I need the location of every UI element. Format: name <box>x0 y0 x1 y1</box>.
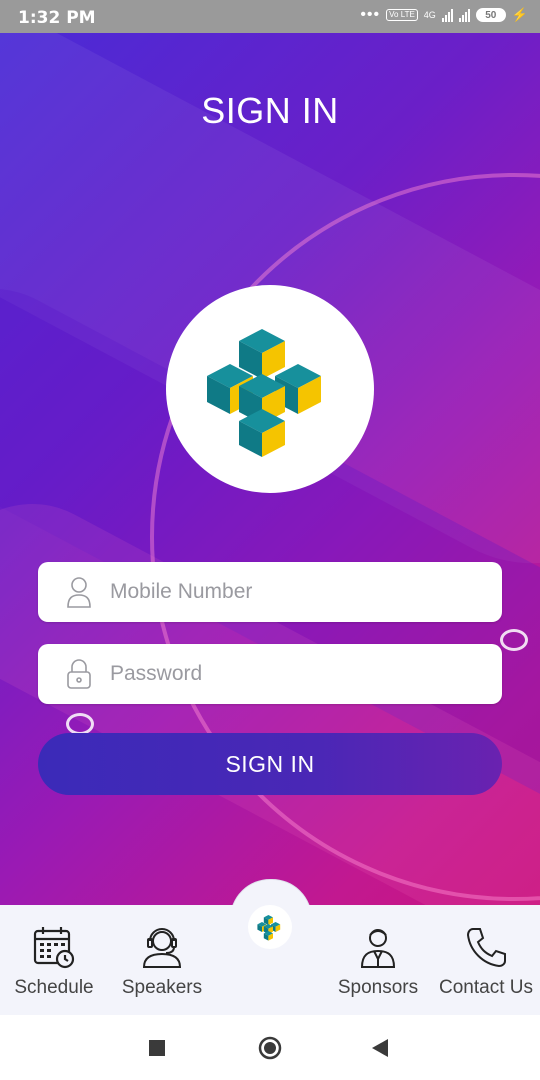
battery-icon: 50 <box>475 8 506 22</box>
back-triangle-icon <box>372 1039 388 1057</box>
network-type: 4G <box>423 10 436 20</box>
nav-item-schedule[interactable]: Schedule <box>0 923 108 999</box>
status-icons: ••• Vo LTE 4G 50 ⚡ <box>360 7 528 23</box>
mobile-number-field[interactable] <box>38 562 502 622</box>
home-button[interactable] <box>258 1036 282 1065</box>
page-title: SIGN IN <box>201 90 339 131</box>
headset-person-icon <box>108 923 216 971</box>
signal-icon <box>441 8 453 22</box>
signin-background: SIGN IN Mobile Number SIGN IN <box>0 33 540 905</box>
cube-logo-icon <box>257 915 281 941</box>
nav-label: Contact Us <box>439 977 533 998</box>
nav-label: Schedule <box>14 977 94 998</box>
circle-icon <box>258 1036 282 1060</box>
nav-item-sponsors[interactable]: Sponsors <box>324 923 432 999</box>
calendar-clock-icon <box>0 923 108 971</box>
nav-label: Sponsors <box>337 977 419 998</box>
mobile-number-input[interactable] <box>108 579 452 605</box>
square-icon <box>149 1040 165 1056</box>
nav-label: Speakers <box>121 977 203 998</box>
decor-ring <box>66 713 94 735</box>
status-time: 1:32 PM <box>18 8 96 28</box>
battery-level: 50 <box>485 9 497 21</box>
sign-in-button[interactable]: SIGN IN <box>38 733 502 795</box>
person-suit-icon <box>324 923 432 971</box>
nav-item-contact[interactable]: Contact Us <box>432 923 540 999</box>
signal-icon-2 <box>458 8 470 22</box>
recents-button[interactable] <box>149 1040 165 1061</box>
user-icon <box>64 575 94 609</box>
back-button[interactable] <box>372 1039 388 1062</box>
charging-icon: ⚡ <box>511 7 528 22</box>
status-bar: 1:32 PM ••• Vo LTE 4G 50 ⚡ <box>0 0 540 33</box>
nav-item-speakers[interactable]: Speakers <box>108 923 216 999</box>
app-logo <box>166 285 374 493</box>
nav-item-home[interactable] <box>248 905 292 949</box>
phone-icon <box>432 923 540 971</box>
system-nav-bar <box>0 1015 540 1080</box>
lock-icon <box>64 657 94 691</box>
more-notifications-icon: ••• <box>360 6 381 23</box>
password-input[interactable] <box>108 661 452 687</box>
decor-ring <box>500 629 528 651</box>
password-field[interactable] <box>38 644 502 704</box>
cube-logo-icon <box>207 329 321 457</box>
volte-badge: Vo LTE <box>386 9 418 21</box>
